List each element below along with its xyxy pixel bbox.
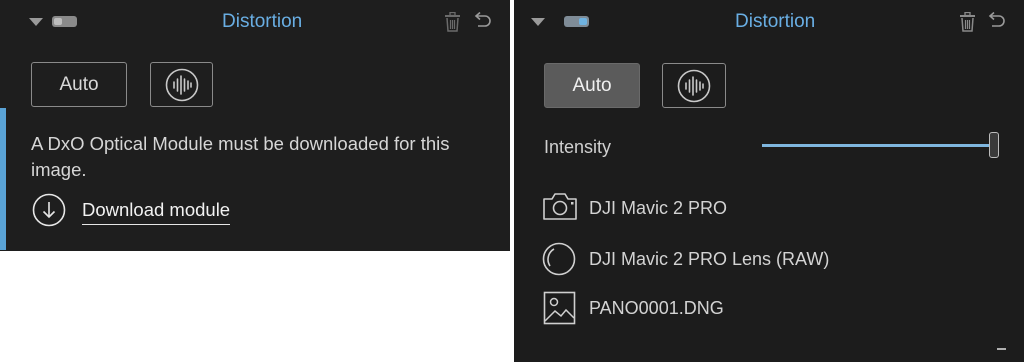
camera-name: DJI Mavic 2 PRO: [589, 198, 728, 218]
waveform-icon: [165, 68, 198, 101]
trash-icon[interactable]: [444, 12, 461, 32]
minus-icon[interactable]: [995, 342, 1008, 355]
info-accent-bar: [0, 108, 6, 250]
trash-icon[interactable]: [959, 12, 976, 32]
distortion-panel-left: Distortion Auto A DxO Optical Module mus…: [0, 0, 510, 251]
intensity-label: Intensity: [544, 137, 612, 157]
lens-name: DJI Mavic 2 PRO Lens (RAW): [589, 249, 830, 269]
intensity-slider-thumb[interactable]: [989, 132, 999, 158]
auto-button[interactable]: Auto: [544, 63, 640, 108]
panel-title: Distortion: [222, 11, 303, 32]
camera-icon: [543, 193, 577, 220]
undo-icon[interactable]: [472, 12, 492, 30]
lens-icon: [542, 242, 576, 276]
module-message: A DxO Optical Module must be downloaded …: [31, 133, 450, 180]
download-icon[interactable]: [32, 193, 66, 227]
collapse-arrow-icon[interactable]: [29, 18, 43, 26]
file-name: PANO0001.DNG: [589, 298, 724, 318]
image-icon: [543, 291, 576, 325]
waveform-button[interactable]: [662, 63, 726, 108]
auto-button[interactable]: Auto: [31, 62, 127, 107]
panel-title: Distortion: [735, 11, 816, 32]
toggle-icon[interactable]: [52, 16, 77, 27]
waveform-button[interactable]: [150, 62, 213, 107]
toggle-icon[interactable]: [564, 16, 589, 27]
waveform-icon: [677, 69, 711, 102]
intensity-slider-track[interactable]: [762, 144, 992, 147]
collapse-arrow-icon[interactable]: [531, 18, 545, 26]
undo-icon[interactable]: [986, 12, 1006, 30]
download-module-link[interactable]: Download module: [82, 199, 231, 225]
